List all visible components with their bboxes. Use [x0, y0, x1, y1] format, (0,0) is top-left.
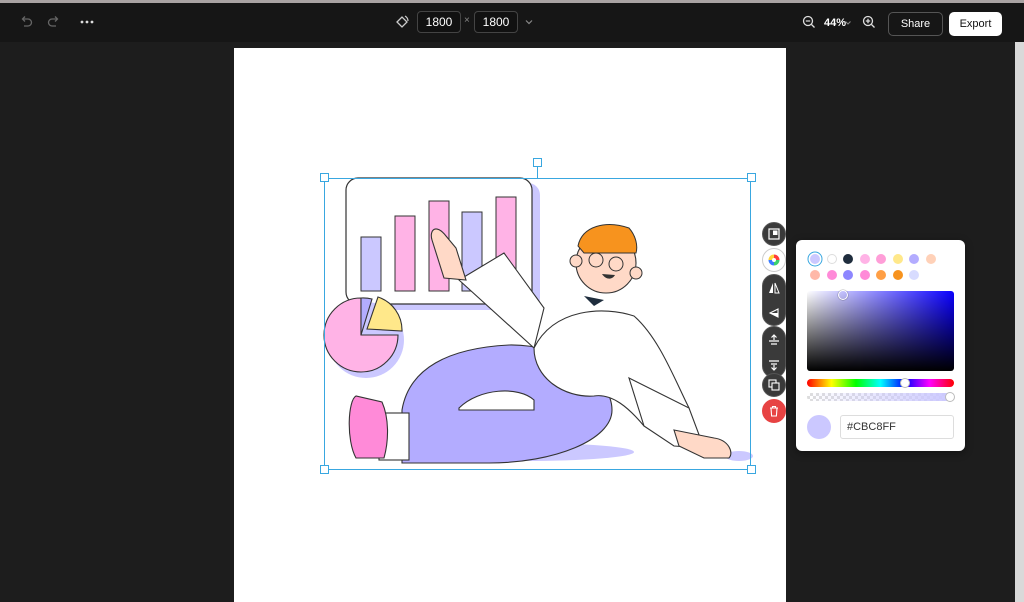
flip-tools: [762, 274, 786, 326]
saturation-value-area[interactable]: [807, 290, 954, 371]
delete-icon[interactable]: [762, 399, 786, 423]
color-swatch[interactable]: [876, 270, 886, 280]
undo-icon[interactable]: [15, 11, 37, 33]
resize-handle-se[interactable]: [747, 465, 756, 474]
more-icon[interactable]: [76, 11, 98, 33]
color-swatch[interactable]: [810, 254, 820, 264]
color-picker-panel: #CBC8FF: [796, 240, 965, 451]
color-preview: [807, 415, 831, 439]
hex-color-input[interactable]: #CBC8FF: [840, 415, 954, 439]
bring-forward-icon[interactable]: [763, 327, 785, 352]
color-swatch[interactable]: [892, 270, 903, 280]
scrollbar[interactable]: [1015, 42, 1024, 602]
resize-handle-nw[interactable]: [320, 173, 329, 182]
share-button[interactable]: Share: [888, 12, 943, 36]
hue-slider[interactable]: [807, 378, 954, 388]
replace-image-icon[interactable]: [762, 222, 786, 246]
layer-tools: [762, 326, 786, 378]
color-swatch[interactable]: [925, 254, 936, 264]
color-swatch[interactable]: [843, 254, 853, 264]
flip-horizontal-icon[interactable]: [763, 275, 785, 300]
zoom-in-icon[interactable]: [858, 11, 880, 33]
rotate-handle[interactable]: [533, 158, 542, 167]
resize-handle-ne[interactable]: [747, 173, 756, 182]
rotate-icon[interactable]: [391, 11, 413, 33]
zoom-chevron-icon[interactable]: [842, 12, 854, 34]
color-swatch[interactable]: [909, 254, 919, 264]
flip-vertical-icon[interactable]: [763, 300, 785, 325]
color-wheel-icon[interactable]: [762, 248, 786, 272]
dimension-separator: ×: [464, 15, 470, 26]
chevron-down-icon[interactable]: [518, 11, 540, 33]
hue-thumb[interactable]: [900, 378, 910, 388]
alpha-slider[interactable]: [807, 392, 955, 402]
color-swatch[interactable]: [876, 254, 886, 264]
selection-box[interactable]: [324, 178, 751, 470]
design-canvas[interactable]: [234, 48, 786, 602]
redo-icon[interactable]: [43, 11, 65, 33]
resize-handle-sw[interactable]: [320, 465, 329, 474]
saturation-thumb[interactable]: [838, 290, 848, 300]
color-swatch[interactable]: [826, 270, 837, 280]
alpha-thumb[interactable]: [945, 392, 955, 402]
color-swatch[interactable]: [843, 270, 853, 280]
color-swatch[interactable]: [909, 270, 919, 280]
color-swatch[interactable]: [859, 254, 870, 264]
color-swatch[interactable]: [859, 270, 870, 280]
export-button[interactable]: Export: [949, 12, 1002, 36]
top-toolbar: 1800 × 1800 44% Share Export: [0, 0, 1024, 42]
color-swatch[interactable]: [810, 270, 820, 280]
color-swatch[interactable]: [826, 254, 837, 264]
height-input[interactable]: 1800: [474, 11, 518, 33]
color-swatch[interactable]: [892, 254, 903, 264]
width-input[interactable]: 1800: [417, 11, 461, 33]
duplicate-icon[interactable]: [762, 373, 786, 397]
zoom-out-icon[interactable]: [798, 11, 820, 33]
